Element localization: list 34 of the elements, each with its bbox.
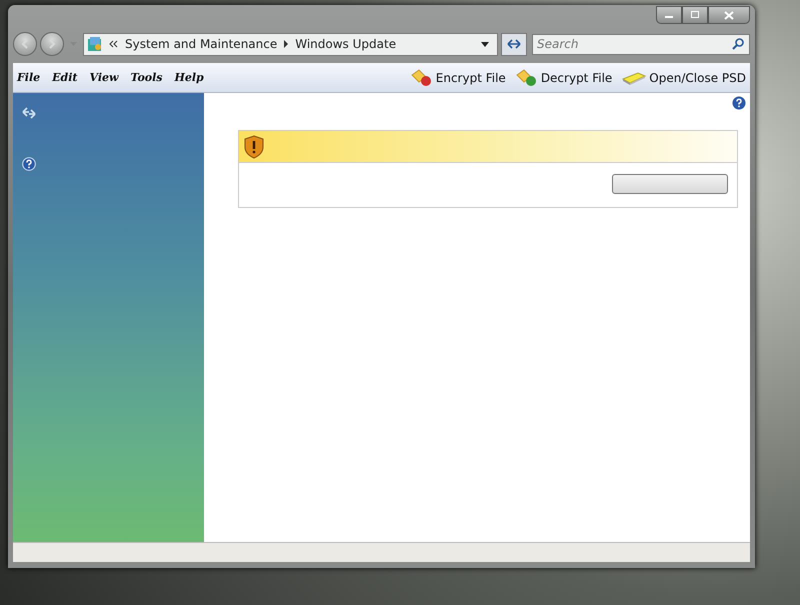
close-button[interactable] <box>708 6 750 24</box>
refresh-arrows-icon[interactable] <box>22 107 36 119</box>
refresh-icon <box>507 39 521 49</box>
address-bar[interactable]: System and Maintenance Windows Update <box>83 32 498 56</box>
close-icon <box>724 10 734 20</box>
back-button[interactable] <box>13 32 37 56</box>
separator-arrow-icon <box>283 40 290 48</box>
search-field[interactable]: Search <box>532 34 750 54</box>
help-icon[interactable] <box>732 96 746 110</box>
help-icon[interactable] <box>22 157 36 171</box>
toolbar-button[interactable]: Open/Close PSD <box>622 70 746 86</box>
drive-icon <box>622 70 646 86</box>
menu-item[interactable]: Tools <box>130 71 162 84</box>
maximize-button[interactable] <box>682 6 708 24</box>
shield-warning-icon <box>244 134 264 158</box>
menu-item[interactable]: View <box>90 71 119 84</box>
menu-item[interactable]: Help <box>174 71 204 84</box>
double-chevron-icon <box>109 40 119 48</box>
forward-button[interactable] <box>40 32 64 56</box>
breadcrumb-item[interactable]: System and Maintenance <box>125 37 278 51</box>
folder-lock-icon <box>410 68 433 86</box>
refresh-button[interactable] <box>501 32 527 56</box>
folder-unlock-icon <box>516 68 538 86</box>
menu-item[interactable]: Edit <box>52 71 78 84</box>
menu-item[interactable]: File <box>17 71 40 84</box>
control-panel-icon <box>87 36 103 52</box>
toolbar-button[interactable]: Decrypt File <box>516 68 612 86</box>
breadcrumb-item[interactable]: Windows Update <box>295 37 396 51</box>
toolbar-button[interactable]: Encrypt File <box>410 68 506 86</box>
action-button[interactable] <box>612 174 728 194</box>
maximize-icon <box>690 11 700 19</box>
dropdown-arrow-icon[interactable] <box>481 42 489 46</box>
search-icon[interactable] <box>732 38 744 50</box>
minimize-button[interactable] <box>656 6 682 24</box>
